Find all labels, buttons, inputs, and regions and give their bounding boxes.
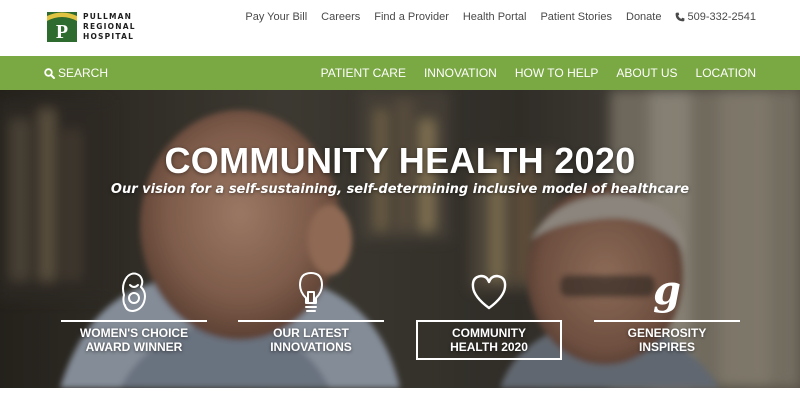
generosity-g-icon: g: [653, 270, 681, 314]
nav-about-us[interactable]: ABOUT US: [616, 66, 677, 80]
util-link-health-portal[interactable]: Health Portal: [463, 11, 527, 23]
search-label: SEARCH: [58, 66, 109, 80]
util-link-careers[interactable]: Careers: [321, 11, 360, 23]
feature-underline: [61, 320, 207, 322]
logo-wordmark: PULLMAN REGIONAL HOSPITAL: [83, 12, 136, 42]
main-nav: SEARCH PATIENT CARE INNOVATION HOW TO HE…: [0, 56, 800, 90]
nav-innovation[interactable]: INNOVATION: [424, 66, 497, 80]
utility-nav: Pay Your Bill Careers Find a Provider He…: [231, 10, 756, 24]
hospital-logo[interactable]: P PULLMAN REGIONAL HOSPITAL: [47, 10, 137, 44]
hero-subtitle: Our vision for a self-sustaining, self-d…: [110, 182, 690, 197]
page-bottom-strip: [0, 388, 800, 400]
feature-label-line-2: AWARD WINNER: [85, 340, 183, 354]
search-icon: [44, 67, 55, 79]
lightbulb-icon: [299, 272, 323, 312]
feature-label-line-1: COMMUNITY: [452, 326, 526, 340]
feature-latest-innovations[interactable]: OUR LATEST INNOVATIONS: [238, 270, 384, 360]
feature-label: WOMEN'S CHOICE AWARD WINNER: [61, 326, 207, 354]
feature-label-line-2: INSPIRES: [638, 340, 695, 354]
svg-text:P: P: [56, 21, 68, 42]
heart-icon: [471, 274, 507, 310]
primary-menu: PATIENT CARE INNOVATION HOW TO HELP ABOU…: [303, 56, 756, 90]
feature-label: OUR LATEST INNOVATIONS: [238, 326, 384, 354]
feature-generosity-inspires[interactable]: g GENEROSITY INSPIRES: [594, 270, 740, 360]
logo-mark-icon: P: [47, 12, 77, 43]
phone-number: 509-332-2541: [687, 11, 756, 23]
hero-title: COMMUNITY HEALTH 2020: [164, 140, 636, 181]
top-bar: P PULLMAN REGIONAL HOSPITAL Pay Your Bil…: [0, 0, 800, 56]
feature-label-line-1: WOMEN'S CHOICE: [79, 326, 189, 340]
logo-line-1: PULLMAN: [83, 12, 133, 21]
feature-label: COMMUNITY HEALTH 2020: [416, 326, 562, 354]
hero-banner: COMMUNITY HEALTH 2020 Our vision for a s…: [0, 90, 800, 388]
nav-how-to-help[interactable]: HOW TO HELP: [515, 66, 599, 80]
feature-womens-choice[interactable]: WOMEN'S CHOICE AWARD WINNER: [61, 270, 207, 360]
feature-label-line-1: OUR LATEST: [273, 326, 349, 340]
util-link-find-provider[interactable]: Find a Provider: [374, 11, 449, 23]
nav-location[interactable]: LOCATION: [696, 66, 756, 80]
svg-text:g: g: [653, 270, 681, 314]
search-button[interactable]: SEARCH: [44, 56, 108, 90]
util-link-patient-stories[interactable]: Patient Stories: [540, 11, 612, 23]
feature-label-line-1: GENEROSITY: [627, 326, 707, 340]
mother-child-icon: [122, 272, 146, 313]
feature-label-line-2: HEALTH 2020: [450, 340, 528, 354]
logo-line-2: REGIONAL: [83, 22, 136, 31]
feature-underline: [238, 320, 384, 322]
feature-label: GENEROSITY INSPIRES: [594, 326, 740, 354]
phone-link[interactable]: 509-332-2541: [675, 11, 756, 23]
util-link-pay-bill[interactable]: Pay Your Bill: [245, 11, 307, 23]
phone-icon: [676, 12, 685, 22]
logo-line-3: HOSPITAL: [83, 32, 135, 41]
nav-patient-care[interactable]: PATIENT CARE: [321, 66, 406, 80]
feature-underline: [594, 320, 740, 322]
feature-label-line-2: INNOVATIONS: [270, 340, 352, 354]
util-link-donate[interactable]: Donate: [626, 11, 661, 23]
feature-community-health[interactable]: COMMUNITY HEALTH 2020: [416, 270, 562, 360]
